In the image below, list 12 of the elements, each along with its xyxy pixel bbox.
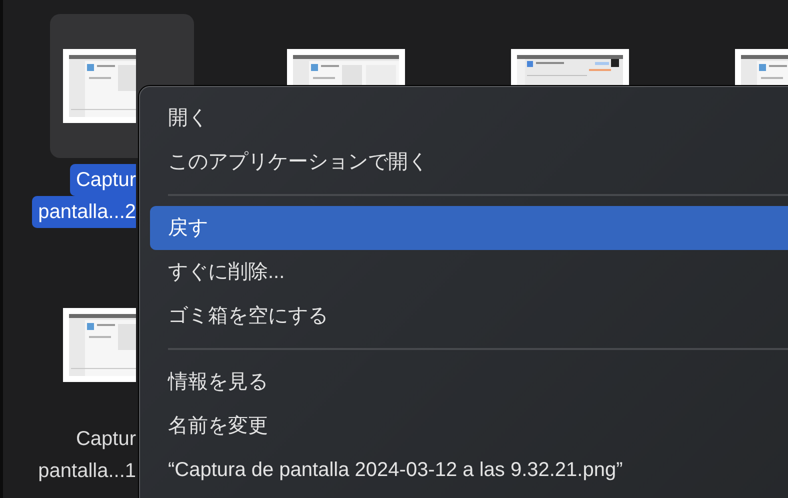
menu-item[interactable]: このアプリケーションで開く [140, 140, 788, 184]
menu-item[interactable]: すぐに削除... [140, 250, 788, 294]
menu-item[interactable]: “Captura de pantalla 2024-03-12 a las 9.32.21.png” [140, 448, 788, 492]
file-name[interactable]: pantalla...1 [32, 455, 136, 487]
menu-item[interactable]: 名前を変更 [140, 404, 788, 448]
file-name[interactable]: Captur [70, 423, 136, 455]
menu-item[interactable]: ゴミ箱を空にする [140, 294, 788, 338]
menu-item[interactable]: 情報を見る [140, 360, 788, 404]
file-name[interactable]: Captur [70, 164, 136, 196]
menu-item[interactable]: 開く [140, 96, 788, 140]
file-name[interactable]: pantalla...2 [32, 196, 136, 228]
menu-item[interactable]: 戻す [150, 206, 788, 250]
